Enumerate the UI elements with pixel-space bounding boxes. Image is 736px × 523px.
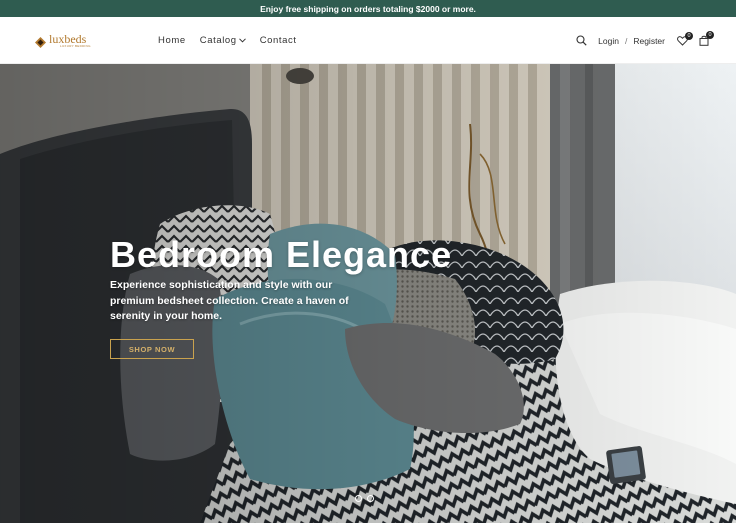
hero-slider: Bedroom Elegance Experience sophisticati… bbox=[0, 64, 736, 523]
nav-catalog[interactable]: Catalog bbox=[200, 35, 246, 46]
account-links: Login / Register bbox=[598, 36, 665, 46]
shop-now-button[interactable]: SHOP NOW bbox=[110, 339, 194, 359]
brand-logo[interactable]: luxbeds LUXURY BEDDING bbox=[35, 33, 91, 48]
register-link[interactable]: Register bbox=[633, 36, 665, 46]
logo-diamond-icon bbox=[35, 35, 46, 48]
slide-dot-2[interactable] bbox=[367, 495, 374, 502]
wishlist-button[interactable]: 0 bbox=[677, 31, 693, 46]
chevron-down-icon bbox=[238, 38, 246, 43]
wishlist-count-badge: 0 bbox=[685, 31, 693, 40]
announcement-text: Enjoy free shipping on orders totaling $… bbox=[260, 3, 476, 14]
slider-pagination bbox=[355, 495, 374, 502]
site-header: luxbeds LUXURY BEDDING Home Catalog Cont… bbox=[0, 17, 736, 64]
hero-title: Bedroom Elegance bbox=[110, 234, 453, 275]
auth-separator: / bbox=[624, 35, 628, 46]
announcement-bar: Enjoy free shipping on orders totaling $… bbox=[0, 0, 736, 17]
header-tools: Login / Register 0 0 bbox=[576, 17, 714, 64]
cart-count-badge: 0 bbox=[706, 31, 714, 39]
nav-catalog-label: Catalog bbox=[199, 35, 237, 46]
brand-tagline: LUXURY BEDDING bbox=[60, 44, 91, 48]
nav-home[interactable]: Home bbox=[158, 35, 186, 46]
nav-contact[interactable]: Contact bbox=[260, 35, 297, 46]
slide-dot-1[interactable] bbox=[355, 495, 362, 502]
cart-button[interactable]: 0 bbox=[699, 31, 714, 46]
search-icon[interactable] bbox=[576, 35, 587, 46]
main-nav: Home Catalog Contact bbox=[158, 17, 297, 64]
login-link[interactable]: Login bbox=[598, 36, 619, 46]
hero-description: Experience sophistication and style with… bbox=[110, 279, 349, 322]
